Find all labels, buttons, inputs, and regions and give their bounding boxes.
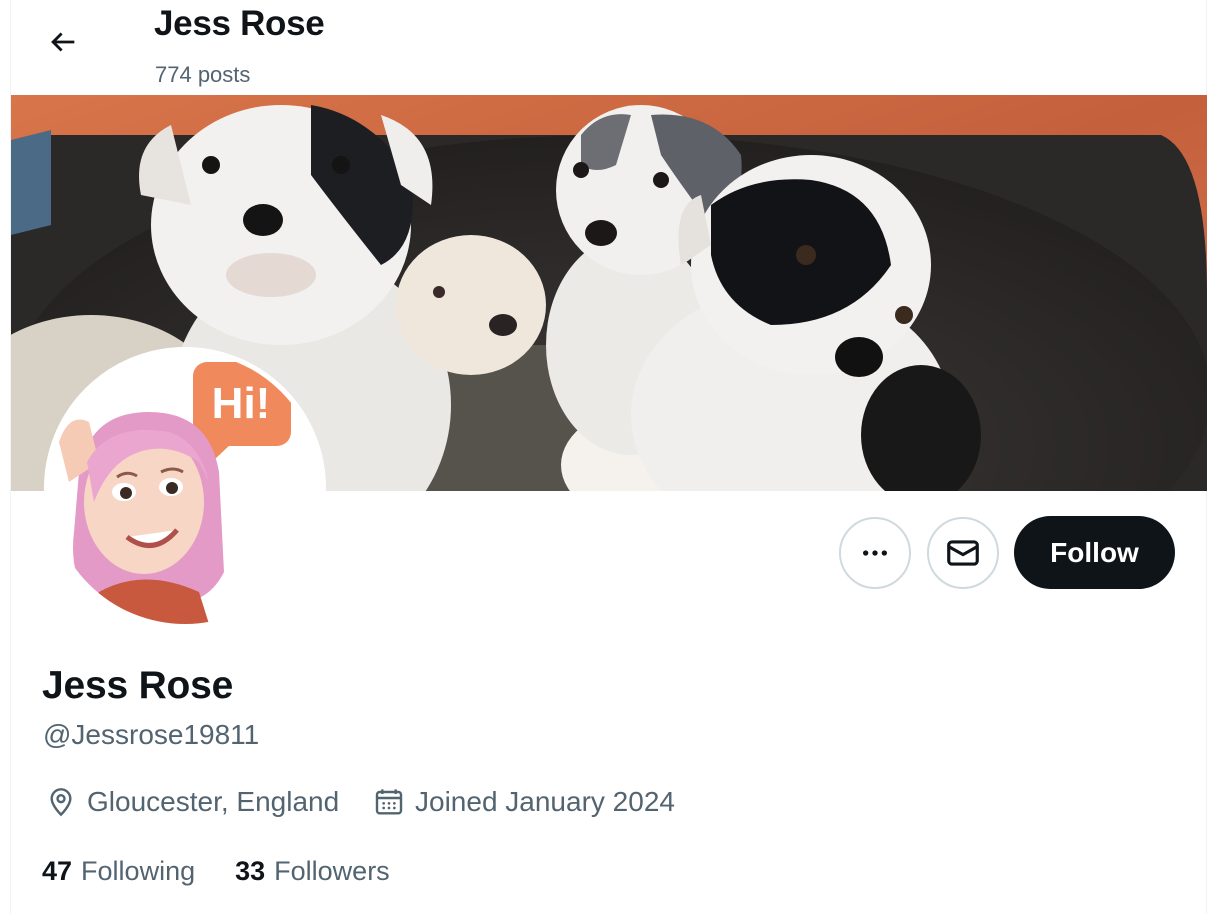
header-title: Jess Rose <box>154 4 325 43</box>
followers-count: 33 <box>235 856 266 886</box>
back-button[interactable] <box>39 18 87 66</box>
profile-joined: Joined January 2024 <box>373 786 675 818</box>
message-button[interactable] <box>927 517 999 589</box>
profile-location: Gloucester, England <box>45 786 339 818</box>
followers-label: Followers <box>274 856 390 886</box>
profile-handle: @Jessrose19811 <box>43 719 260 750</box>
joined-text: Joined January 2024 <box>415 786 675 817</box>
location-text: Gloucester, England <box>87 786 340 817</box>
profile-name: Jess Rose <box>42 664 234 707</box>
arrow-left-icon <box>51 32 75 52</box>
more-horizontal-icon <box>863 550 887 556</box>
envelope-icon <box>947 540 979 566</box>
avatar-image: Hi! <box>49 352 321 624</box>
following-link[interactable]: 47 Following <box>42 856 195 887</box>
more-options-button[interactable] <box>839 517 911 589</box>
profile-page: Jess Rose 774 posts Hi! Follow Jess Rose… <box>10 0 1207 914</box>
avatar-speech-bubble-text: Hi! <box>212 379 271 428</box>
header-post-count: 774 posts <box>155 62 251 87</box>
profile-stats: 47 Following 33 Followers <box>42 856 430 887</box>
followers-link[interactable]: 33 Followers <box>235 856 390 887</box>
following-label: Following <box>81 856 196 886</box>
profile-avatar[interactable]: Hi! <box>44 347 326 629</box>
calendar-icon <box>375 789 403 815</box>
following-count: 47 <box>42 856 73 886</box>
location-pin-icon <box>50 788 72 817</box>
follow-button[interactable]: Follow <box>1014 516 1175 589</box>
